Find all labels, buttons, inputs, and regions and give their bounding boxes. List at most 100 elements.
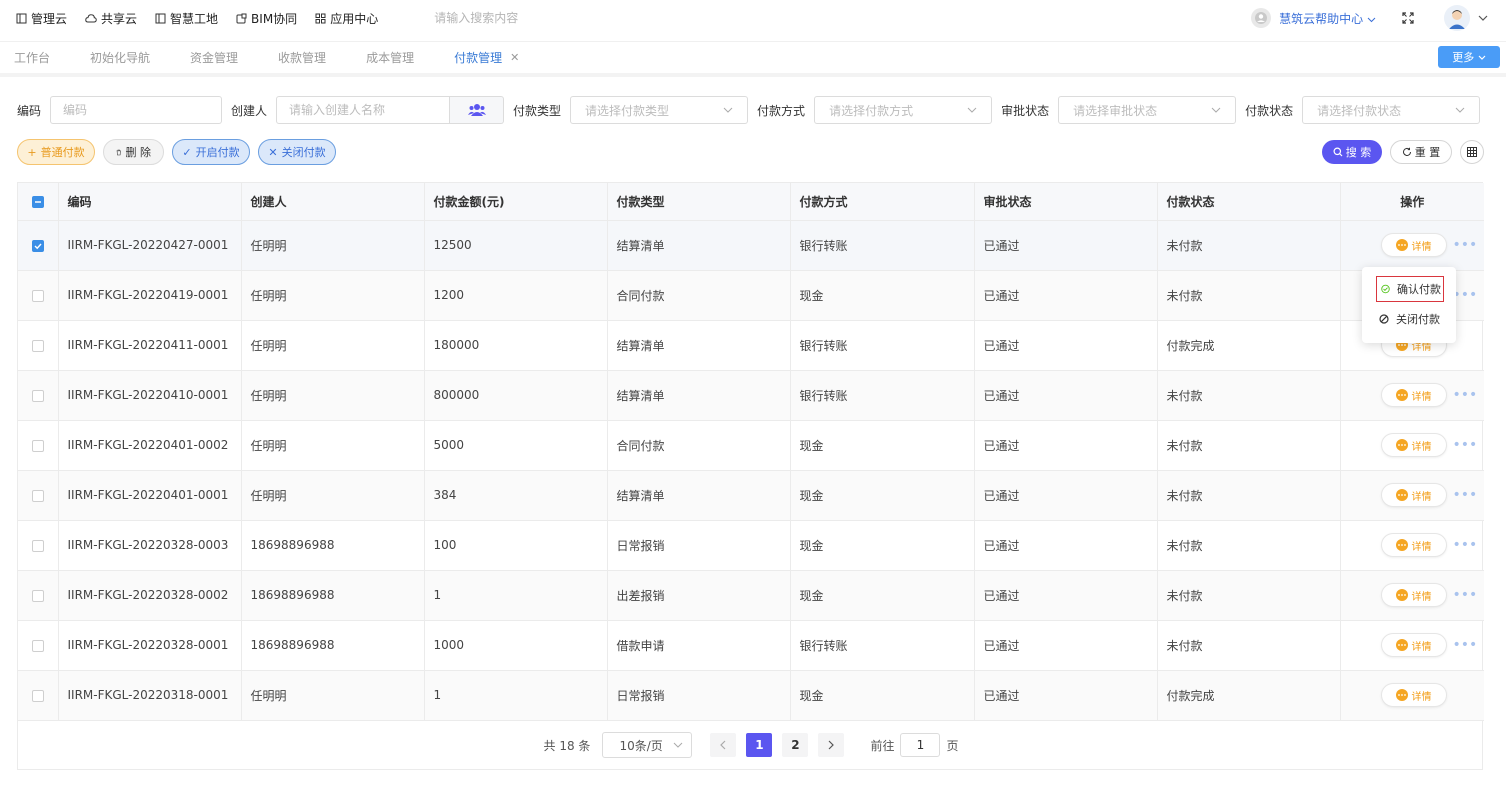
cell-status: 未付款 [1157, 520, 1341, 571]
open-payment-button[interactable]: ✓ 开启付款 [172, 139, 250, 165]
top-nav-shared-cloud[interactable]: 共享云 [85, 10, 137, 27]
row-checkbox[interactable] [31, 489, 44, 502]
row-checkbox[interactable] [31, 239, 44, 252]
more-dots-icon[interactable]: ••• [1453, 388, 1478, 402]
tab-init-nav[interactable]: 初始化导航 [90, 49, 150, 66]
search-button[interactable]: 搜 索 [1322, 140, 1382, 164]
reset-button[interactable]: 重 置 [1390, 140, 1452, 164]
pay-method-select[interactable]: 请选择付款方式 [814, 96, 993, 124]
pagination: 共 18 条 10条/页 1 2 前往 页 [18, 719, 1484, 771]
tab-workbench[interactable]: 工作台 [14, 49, 50, 66]
header-status: 付款状态 [1157, 183, 1341, 221]
cell-amount: 384 [424, 470, 608, 521]
detail-button[interactable]: 详情 [1381, 234, 1446, 256]
more-dots-icon[interactable]: ••• [1453, 288, 1478, 302]
tab-receipts[interactable]: 收款管理 [278, 49, 326, 66]
more-dots-icon[interactable]: ••• [1453, 638, 1478, 652]
table-row[interactable]: IIRM-FKGL-20220318-0001 任明明 1 日常报销 现金 已通过 付款完成… [18, 670, 1484, 721]
detail-button[interactable]: 详情 [1381, 684, 1446, 706]
tab-cost[interactable]: 成本管理 [366, 49, 414, 66]
code-input[interactable] [50, 96, 223, 124]
chevron-down-icon[interactable] [1478, 15, 1488, 21]
more-button[interactable]: 更多 [1438, 46, 1500, 68]
column-settings-button[interactable] [1460, 140, 1484, 164]
close-icon[interactable]: ✕ [510, 51, 519, 64]
detail-button[interactable]: 详情 [1381, 434, 1446, 456]
row-checkbox[interactable] [31, 689, 44, 702]
more-circle-icon [1395, 439, 1408, 451]
prev-page-button[interactable] [710, 733, 737, 757]
approval-select[interactable]: 请选择审批状态 [1058, 96, 1237, 124]
pay-type-select[interactable]: 请选择付款类型 [570, 96, 749, 124]
detail-button[interactable]: 详情 [1381, 384, 1446, 406]
table-row[interactable]: IIRM-FKGL-20220427-0001 任明明 12500 结算清单 银行转账已… [18, 220, 1484, 271]
creator-input[interactable] [276, 96, 451, 124]
tab-payments[interactable]: 付款管理 ✕ [454, 49, 519, 66]
top-bar: 管理云 共享云 智慧工地 BIM协同 应用中心 慧筑云帮助中心 [0, 0, 1506, 36]
pay-status-select[interactable]: 请选择付款状态 [1302, 96, 1481, 124]
next-page-button[interactable] [818, 733, 845, 757]
tab-label: 收款管理 [278, 51, 327, 65]
page-size-select[interactable]: 10条/页 [602, 732, 693, 758]
cell-type: 结算清单 [607, 320, 791, 371]
menu-item-close-payment[interactable]: 关闭付款 [1379, 307, 1440, 331]
table-row[interactable]: IIRM-FKGL-20220401-0001 任明明 384 结算清单 现金 已通过 未付… [18, 470, 1484, 521]
more-dots-icon[interactable]: ••• [1453, 588, 1478, 602]
cell-approval: 已通过 [974, 270, 1158, 321]
detail-label: 详情 [1411, 541, 1432, 553]
avatar[interactable] [1444, 5, 1470, 31]
more-dots-icon[interactable]: ••• [1453, 438, 1478, 452]
detail-button[interactable]: 详情 [1381, 584, 1446, 606]
tab-label: 成本管理 [366, 51, 415, 65]
more-dots-icon[interactable]: ••• [1453, 538, 1478, 552]
add-payment-button[interactable]: + 普通付款 [17, 139, 95, 165]
row-checkbox[interactable] [31, 539, 44, 552]
row-checkbox[interactable] [31, 639, 44, 652]
help-center-label: 慧筑云帮助中心 [1279, 11, 1364, 26]
row-checkbox[interactable] [31, 589, 44, 602]
book-icon [16, 13, 27, 23]
table-row[interactable]: IIRM-FKGL-20220328-0001 18698896988 1000 借款… [18, 620, 1484, 671]
row-checkbox-cell [18, 270, 59, 321]
page-button-2[interactable]: 2 [782, 733, 809, 757]
top-nav-label: 应用中心 [330, 11, 379, 26]
top-nav-app-center[interactable]: 应用中心 [315, 10, 378, 27]
global-search-input[interactable] [434, 11, 635, 25]
book-icon [155, 13, 166, 23]
row-checkbox[interactable] [31, 289, 44, 302]
detail-button[interactable]: 详情 [1381, 484, 1446, 506]
close-payment-button[interactable]: ✕ 关闭付款 [258, 139, 336, 165]
more-dots-icon[interactable]: ••• [1453, 238, 1478, 252]
select-all-checkbox[interactable] [31, 195, 44, 208]
tab-funds[interactable]: 资金管理 [190, 49, 238, 66]
row-checkbox[interactable] [31, 339, 44, 352]
table-row[interactable]: IIRM-FKGL-20220401-0002 任明明 5000 合同付款 现金 已通过未… [18, 420, 1484, 471]
table-row[interactable]: IIRM-FKGL-20220328-0003 18698896988 100 日常报… [18, 520, 1484, 571]
table-row[interactable]: IIRM-FKGL-20220411-0001 任明明 180000 结算清单 银行转账… [18, 320, 1484, 371]
select-people-button[interactable] [450, 96, 505, 124]
detail-label: 详情 [1411, 391, 1432, 403]
top-nav-management-cloud[interactable]: 管理云 [16, 10, 67, 27]
table-row[interactable]: IIRM-FKGL-20220410-0001 任明明 800000 结算清单 银行转账… [18, 370, 1484, 421]
help-center-link[interactable]: 慧筑云帮助中心 [1279, 10, 1376, 27]
row-checkbox-cell [18, 670, 59, 721]
page-button-1[interactable]: 1 [746, 733, 773, 757]
cell-type: 借款申请 [607, 620, 791, 671]
fullscreen-icon[interactable] [1402, 12, 1414, 24]
row-checkbox[interactable] [31, 439, 44, 452]
goto-page-input[interactable] [900, 733, 941, 757]
menu-item-confirm-payment[interactable]: 确认付款 [1376, 276, 1444, 302]
table-row[interactable]: IIRM-FKGL-20220419-0001 任明明 1200 合同付款 现金 已通过未… [18, 270, 1484, 321]
reset-label: 重 置 [1414, 146, 1441, 159]
detail-button[interactable]: 详情 [1381, 634, 1446, 656]
top-nav-smart-site[interactable]: 智慧工地 [155, 10, 218, 27]
header-method: 付款方式 [790, 183, 975, 221]
row-checkbox[interactable] [31, 389, 44, 402]
more-dots-icon[interactable]: ••• [1453, 488, 1478, 502]
add-payment-label: 普通付款 [40, 146, 85, 159]
delete-button[interactable]: 删 除 [103, 139, 164, 165]
table-row[interactable]: IIRM-FKGL-20220328-0002 18698896988 1 出差报销现… [18, 570, 1484, 621]
cell-actions: 详情 ••• [1340, 570, 1484, 621]
top-nav-bim[interactable]: BIM协同 [236, 10, 297, 27]
detail-button[interactable]: 详情 [1381, 534, 1446, 556]
